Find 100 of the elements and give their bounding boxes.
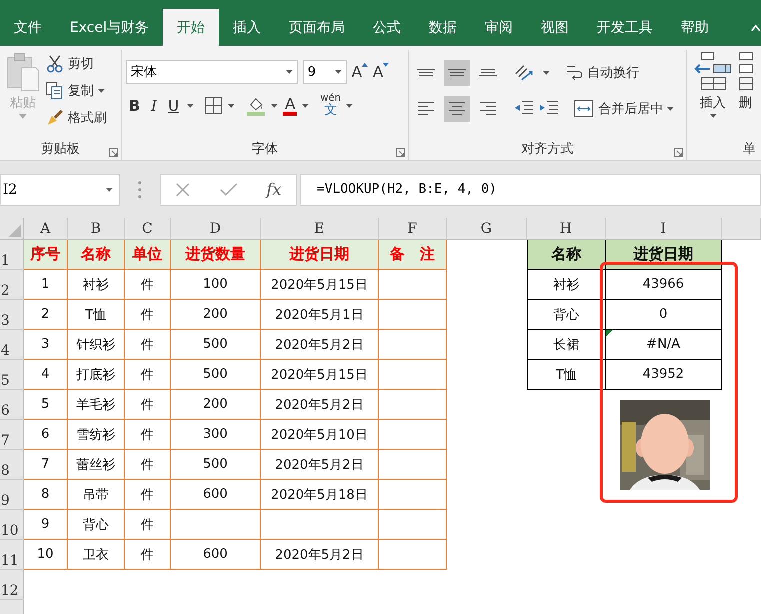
table-cell: 9 <box>24 510 68 540</box>
table-cell: 件 <box>125 480 171 510</box>
table-cell: 羊毛衫 <box>68 390 125 420</box>
phonetic-guide-button[interactable]: wén 文 <box>320 94 342 117</box>
row-header[interactable]: 10 <box>0 510 24 540</box>
empty-cell <box>379 540 447 570</box>
grow-font-button[interactable]: A <box>352 63 368 81</box>
name-box[interactable]: I2 <box>0 174 120 206</box>
table-cell: 43952 <box>606 360 722 390</box>
column-header[interactable]: D <box>171 218 261 240</box>
font-size-field[interactable]: 9 <box>302 60 347 84</box>
delete-cells-button[interactable]: 删 <box>739 52 757 136</box>
column-header[interactable]: F <box>379 218 447 240</box>
table-cell: 500 <box>171 450 261 480</box>
column-header[interactable]: H <box>527 218 606 240</box>
ribbon-tab[interactable]: 插入 <box>219 9 276 46</box>
empty-cell <box>379 480 447 510</box>
row-header[interactable]: 9 <box>0 480 24 510</box>
triangle-up-icon <box>362 63 368 67</box>
column-header[interactable]: G <box>447 218 527 240</box>
decrease-indent-icon[interactable] <box>514 101 534 117</box>
copy-button[interactable]: 复制 <box>46 79 107 103</box>
bold-button[interactable]: B <box>126 96 144 114</box>
column-header[interactable]: C <box>125 218 171 240</box>
table-cell: 200 <box>171 300 261 330</box>
ribbon-tab[interactable]: 开发工具 <box>583 9 668 46</box>
fill-color-icon[interactable] <box>246 96 266 116</box>
increase-indent-icon[interactable] <box>539 101 560 117</box>
empty-cell <box>379 330 447 360</box>
launcher-icon[interactable] <box>396 148 406 157</box>
row-header[interactable]: 4 <box>0 330 24 360</box>
table-cell: 2020年5月15日 <box>261 360 379 390</box>
empty-cell <box>379 420 447 450</box>
font-color-button[interactable]: A <box>283 96 298 116</box>
caret-icon[interactable] <box>228 104 236 108</box>
caret-icon[interactable] <box>271 104 278 108</box>
ribbon-tab[interactable]: 文件 <box>0 9 56 46</box>
format-painter-button[interactable]: 格式刷 <box>46 106 107 130</box>
insert-function-button[interactable]: fx <box>266 180 282 199</box>
cut-button[interactable]: 剪切 <box>46 52 107 76</box>
ribbon-tab[interactable]: Excel与财务 <box>56 9 164 46</box>
row-header[interactable]: 2 <box>0 270 24 300</box>
caret-icon[interactable] <box>543 71 550 75</box>
align-icon <box>416 69 436 77</box>
table-cell: 件 <box>125 390 171 420</box>
drag-handle-icon[interactable] <box>138 180 142 198</box>
border-icon[interactable] <box>205 96 224 114</box>
empty-cell <box>379 300 447 330</box>
ribbon-tab[interactable]: 页面布局 <box>275 9 360 46</box>
checkmark-icon[interactable] <box>220 182 238 196</box>
table-cell: 2020年5月15日 <box>261 270 379 300</box>
table-cell: 6 <box>24 420 68 450</box>
caret-icon[interactable] <box>346 104 354 108</box>
row-header[interactable]: 6 <box>0 390 24 420</box>
font-name-field[interactable]: 宋体 <box>126 60 298 84</box>
column-header[interactable]: E <box>261 218 379 240</box>
italic-button[interactable]: I <box>148 96 160 114</box>
insert-cells-button[interactable]: 插入 <box>691 52 735 136</box>
vertical-align-button[interactable] <box>444 60 470 86</box>
row-header[interactable]: 8 <box>0 450 24 480</box>
column-header: 单位 <box>125 240 171 270</box>
column-header[interactable]: I <box>606 218 722 240</box>
row-header[interactable]: 3 <box>0 300 24 330</box>
launcher-icon[interactable] <box>674 148 683 157</box>
table-cell: #N/A <box>606 330 722 360</box>
table-cell: 8 <box>24 480 68 510</box>
underline-button[interactable]: U <box>165 96 182 114</box>
collapse-icon[interactable] <box>751 24 761 32</box>
row-header[interactable]: 5 <box>0 360 24 390</box>
caret-icon[interactable] <box>302 104 310 108</box>
ribbon-tab[interactable]: 审阅 <box>471 9 528 46</box>
ribbon-tab[interactable]: 视图 <box>527 9 584 46</box>
row-header[interactable]: 7 <box>0 420 24 450</box>
table-cell: 蕾丝衫 <box>68 450 125 480</box>
column-header[interactable]: A <box>24 218 68 240</box>
launcher-icon[interactable] <box>108 148 118 157</box>
copy-icon <box>46 82 64 100</box>
merge-center-button[interactable]: 合并后居中 <box>574 97 674 121</box>
column-header[interactable]: B <box>68 218 125 240</box>
table-cell: 2020年5月2日 <box>261 330 379 360</box>
caret-icon <box>667 107 674 111</box>
ribbon-tab[interactable]: 开始 <box>163 9 220 46</box>
ribbon-tab[interactable]: 帮助 <box>667 9 724 46</box>
ribbon-tab[interactable]: 数据 <box>415 9 472 46</box>
table-cell: 件 <box>125 300 171 330</box>
shrink-font-button[interactable]: A <box>373 63 390 81</box>
caret-icon[interactable] <box>187 104 194 108</box>
empty-cell <box>379 450 447 480</box>
formula-field[interactable]: =VLOOKUP(H2, B:E, 4, 0) <box>300 174 761 206</box>
row-header[interactable]: 11 <box>0 540 24 570</box>
table-cell: 7 <box>24 450 68 480</box>
horizontal-align-button[interactable] <box>444 96 470 122</box>
table-cell: 件 <box>125 330 171 360</box>
ribbon-tab[interactable]: 公式 <box>359 9 416 46</box>
caret-icon <box>106 188 113 192</box>
clipboard-icon <box>6 52 40 92</box>
row-header[interactable]: 1 <box>0 240 24 270</box>
wrap-text-button[interactable]: 自动换行 <box>565 61 640 85</box>
table-cell: 件 <box>125 270 171 300</box>
row-header[interactable]: 12 <box>0 570 24 600</box>
